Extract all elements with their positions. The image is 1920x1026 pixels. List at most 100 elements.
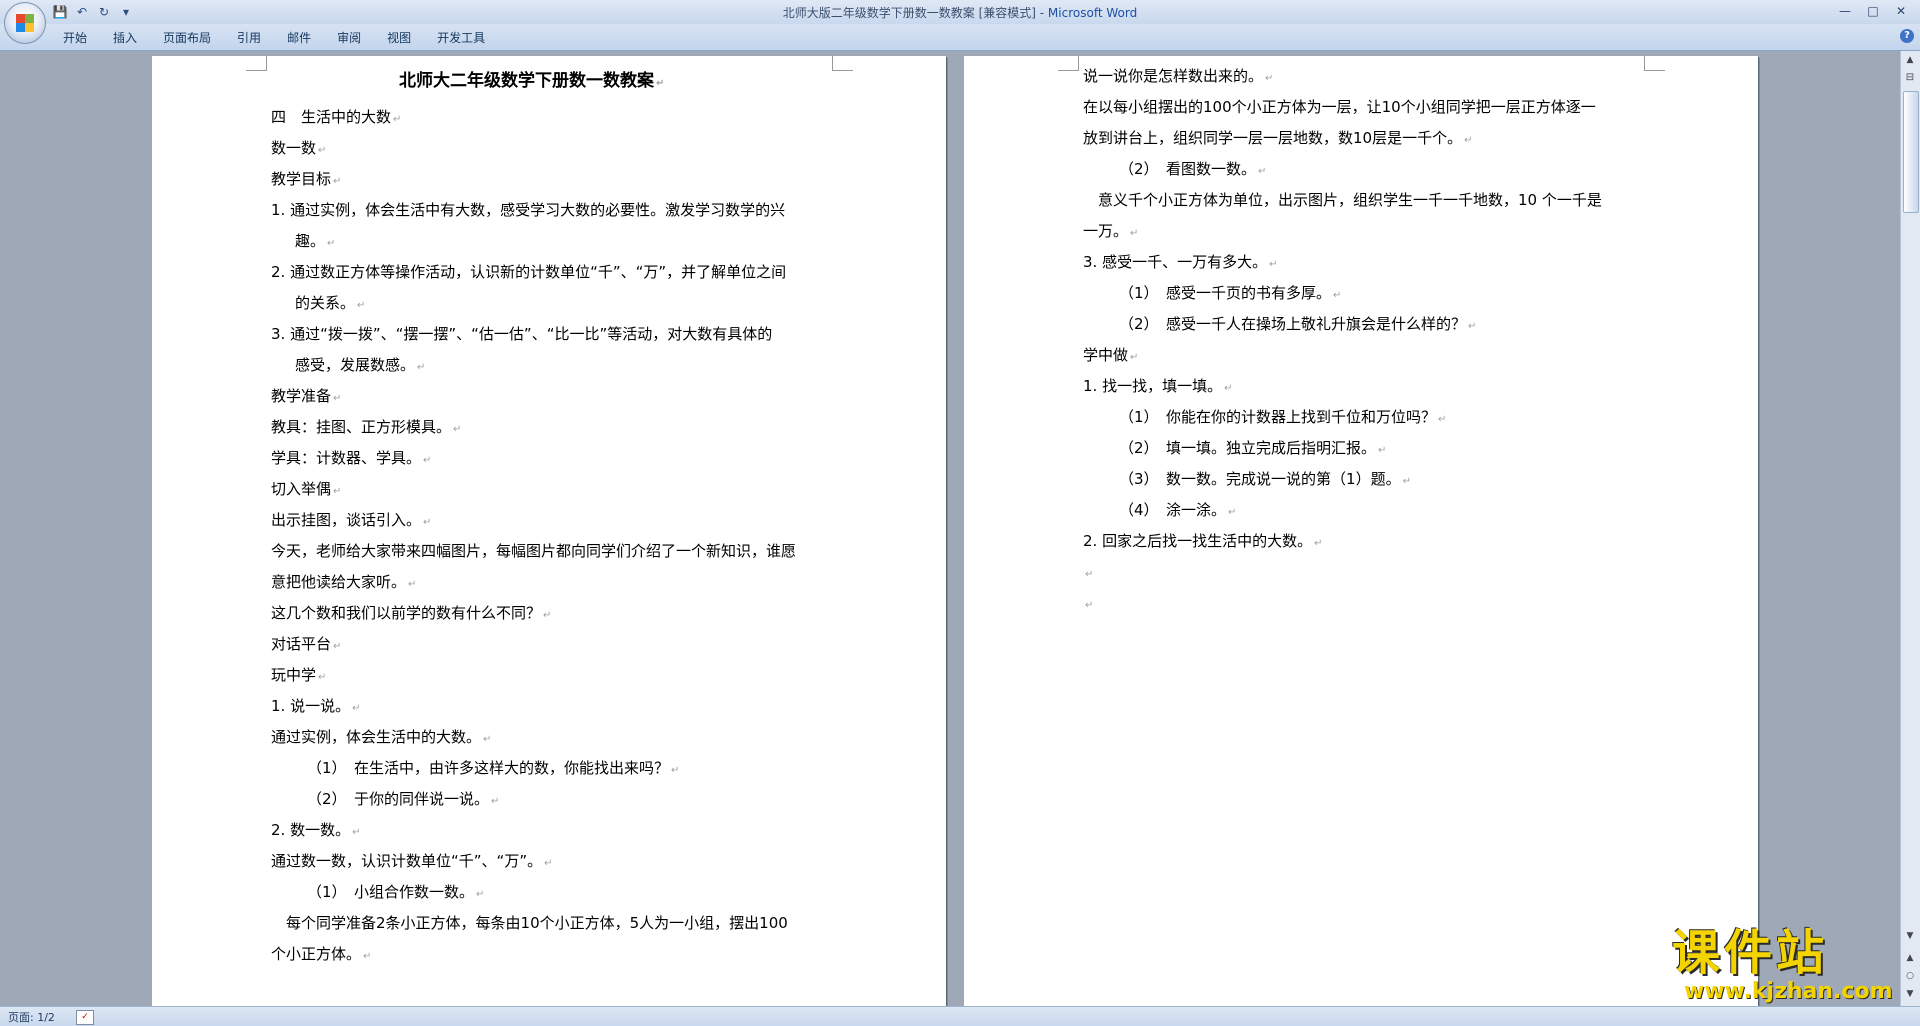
- document-line[interactable]: 趣。 ↵: [295, 226, 335, 257]
- document-line[interactable]: 1. 找一找，填一填。 ↵: [1083, 371, 1232, 402]
- document-line[interactable]: 1. 说一说。 ↵: [271, 691, 360, 722]
- help-icon[interactable]: ?: [1900, 29, 1914, 43]
- tab-page-layout[interactable]: 页面布局: [150, 30, 224, 46]
- document-line[interactable]: 2. 数一数。 ↵: [271, 815, 360, 846]
- document-title[interactable]: 北师大二年级数学下册数一数教案 ↵: [399, 66, 664, 97]
- office-button[interactable]: [4, 2, 46, 44]
- document-line[interactable]: 出示挂图，谈话引入。 ↵: [271, 505, 431, 536]
- window-title-doc: 北师大版二年级数学下册数一数教案 [兼容模式] -: [782, 6, 1048, 20]
- paragraph-mark-icon: ↵: [543, 610, 552, 621]
- line-text: （3） 数一数。完成说一说的第（1）题。: [1119, 470, 1401, 488]
- line-text: 3. 感受一千、一万有多大。: [1083, 253, 1268, 271]
- document-line[interactable]: 教具：挂图、正方形模具。 ↵: [271, 412, 461, 443]
- window-title-app: Microsoft Word: [1047, 6, 1138, 20]
- document-line[interactable]: 说一说你是怎样数出来的。 ↵: [1083, 61, 1273, 92]
- proofing-icon[interactable]: ✓: [76, 1010, 94, 1025]
- document-line[interactable]: 四 生活中的大数 ↵: [271, 102, 401, 133]
- tab-references[interactable]: 引用: [224, 30, 274, 46]
- document-line[interactable]: 放到讲台上，组织同学一层一层地数，数10层是一千个。 ↵: [1083, 123, 1472, 154]
- line-text: 四 生活中的大数: [271, 108, 392, 126]
- document-line[interactable]: ↵: [1083, 588, 1093, 619]
- scroll-thumb[interactable]: [1903, 91, 1919, 213]
- document-line[interactable]: 数一数 ↵: [271, 133, 326, 164]
- document-line[interactable]: 意义千个小正方体为单位，出示图片，组织学生一千一千地数，10 个一千是: [1083, 185, 1602, 216]
- line-text: 数一数: [271, 139, 317, 157]
- line-text: 玩中学: [271, 666, 317, 684]
- document-line[interactable]: 学具：计数器、学具。 ↵: [271, 443, 431, 474]
- document-line[interactable]: 2. 回家之后找一找生活中的大数。 ↵: [1083, 526, 1322, 557]
- line-text: 这几个数和我们以前学的数有什么不同？: [271, 604, 542, 622]
- line-text: 趣。: [295, 232, 326, 250]
- document-line[interactable]: （1） 在生活中，由许多这样大的数，你能找出来吗？ ↵: [307, 753, 679, 784]
- line-text: 切入举偶: [271, 480, 332, 498]
- scroll-up-icon[interactable]: ▲: [1903, 53, 1917, 67]
- line-text: 的关系。: [295, 294, 356, 312]
- paragraph-mark-icon: ↵: [333, 486, 342, 497]
- document-line[interactable]: 的关系。 ↵: [295, 288, 365, 319]
- maximize-button[interactable]: □: [1860, 2, 1886, 20]
- line-text: （1） 在生活中，由许多这样大的数，你能找出来吗？: [307, 759, 670, 777]
- line-text: 今天，老师给大家带来四幅图片，每幅图片都向同学们介绍了一个新知识，谁愿: [271, 542, 797, 560]
- document-line[interactable]: （2） 看图数一数。 ↵: [1119, 154, 1266, 185]
- page-count-status[interactable]: 页面: 1/2: [8, 1009, 55, 1025]
- document-line[interactable]: 3. 通过“拨一拨”、“摆一摆”、“估一估”、“比一比”等活动，对大数有具体的: [271, 319, 772, 350]
- document-line[interactable]: 每个同学准备2条小正方体，每条由10个小正方体，5人为一小组，摆出100: [271, 908, 788, 939]
- document-line[interactable]: 感受，发展数感。 ↵: [295, 350, 425, 381]
- document-line[interactable]: （3） 数一数。完成说一说的第（1）题。 ↵: [1119, 464, 1411, 495]
- document-line[interactable]: 3. 感受一千、一万有多大。 ↵: [1083, 247, 1277, 278]
- document-line[interactable]: （1） 感受一千页的书有多厚。 ↵: [1119, 278, 1341, 309]
- document-line[interactable]: 教学准备 ↵: [271, 381, 341, 412]
- document-line[interactable]: 在以每小组摆出的100个小正方体为一层，让10个小组同学把一层正方体逐一: [1083, 92, 1596, 123]
- line-text: 3. 通过“拨一拨”、“摆一摆”、“估一估”、“比一比”等活动，对大数有具体的: [271, 325, 773, 343]
- document-page-2[interactable]: 说一说你是怎样数出来的。 ↵ 在以每小组摆出的100个小正方体为一层，让10个小组同…: [964, 56, 1758, 1006]
- paragraph-mark-icon: ↵: [417, 362, 426, 373]
- line-text: 每个同学准备2条小正方体，每条由10个小正方体，5人为一小组，摆出100: [271, 914, 788, 932]
- paragraph-mark-icon: ↵: [476, 889, 485, 900]
- paragraph-mark-icon: ↵: [318, 672, 327, 683]
- document-line[interactable]: 对话平台 ↵: [271, 629, 341, 660]
- minimize-button[interactable]: —: [1832, 2, 1858, 20]
- view-ruler-icon[interactable]: ⊟: [1903, 71, 1917, 85]
- vertical-scrollbar[interactable]: ▲ ⊟ ▼ ▲ ○ ▼: [1900, 51, 1920, 1006]
- document-line[interactable]: 一万。 ↵: [1083, 216, 1138, 247]
- document-page-1[interactable]: 北师大二年级数学下册数一数教案 ↵ 四 生活中的大数 ↵ 数一数 ↵ 教学目标 ↵ 1. 通过实…: [152, 56, 946, 1006]
- document-line[interactable]: ↵: [1083, 557, 1093, 588]
- document-line[interactable]: 今天，老师给大家带来四幅图片，每幅图片都向同学们介绍了一个新知识，谁愿: [271, 536, 796, 567]
- select-browse-object-icon[interactable]: ○: [1903, 969, 1917, 983]
- tab-review[interactable]: 审阅: [324, 30, 374, 46]
- document-line[interactable]: 意把他读给大家听。 ↵: [271, 567, 416, 598]
- office-logo-icon: [16, 14, 34, 32]
- paragraph-mark-icon: ↵: [333, 641, 342, 652]
- document-line[interactable]: （4） 涂一涂。 ↵: [1119, 495, 1236, 526]
- document-title-text: 北师大二年级数学下册数一数教案: [399, 71, 654, 91]
- tab-developer[interactable]: 开发工具: [424, 30, 498, 46]
- office-logo-green: [25, 14, 34, 23]
- document-line[interactable]: （1） 你能在你的计数器上找到千位和万位吗？ ↵: [1119, 402, 1446, 433]
- next-page-icon[interactable]: ▼: [1903, 987, 1917, 1001]
- document-line[interactable]: 2. 通过数正方体等操作活动，认识新的计数单位“千”、“万”，并了解单位之间: [271, 257, 786, 288]
- tab-view[interactable]: 视图: [374, 30, 424, 46]
- line-text: 通过实例，体会生活中的大数。: [271, 728, 482, 746]
- document-line[interactable]: 个小正方体。 ↵: [271, 939, 371, 970]
- document-line[interactable]: 切入举偶 ↵: [271, 474, 341, 505]
- tab-mailings[interactable]: 邮件: [274, 30, 324, 46]
- document-line[interactable]: 通过实例，体会生活中的大数。 ↵: [271, 722, 491, 753]
- document-line[interactable]: 学中做 ↵: [1083, 340, 1138, 371]
- document-line[interactable]: （1） 小组合作数一数。 ↵: [307, 877, 484, 908]
- tab-insert[interactable]: 插入: [100, 30, 150, 46]
- tab-home[interactable]: 开始: [50, 30, 100, 46]
- line-text: 1. 找一找，填一填。: [1083, 377, 1223, 395]
- close-button[interactable]: ✕: [1888, 2, 1914, 20]
- document-line[interactable]: 1. 通过实例，体会生活中有大数，感受学习大数的必要性。激发学习数学的兴: [271, 195, 785, 226]
- paragraph-mark-icon: ↵: [423, 517, 432, 528]
- document-line[interactable]: 通过数一数，认识计数单位“千”、“万”。 ↵: [271, 846, 552, 877]
- previous-page-icon[interactable]: ▲: [1903, 951, 1917, 965]
- document-line[interactable]: 玩中学 ↵: [271, 660, 326, 691]
- document-line[interactable]: 这几个数和我们以前学的数有什么不同？ ↵: [271, 598, 551, 629]
- document-line[interactable]: （2） 于你的同伴说一说。 ↵: [307, 784, 499, 815]
- line-text: 意义千个小正方体为单位，出示图片，组织学生一千一千地数，10 个一千是: [1083, 191, 1602, 209]
- document-line[interactable]: 教学目标 ↵: [271, 164, 341, 195]
- document-line[interactable]: （2） 填一填。独立完成后指明汇报。 ↵: [1119, 433, 1386, 464]
- document-line[interactable]: （2） 感受一千人在操场上敬礼升旗会是什么样的？ ↵: [1119, 309, 1476, 340]
- scroll-down-icon[interactable]: ▼: [1903, 929, 1917, 943]
